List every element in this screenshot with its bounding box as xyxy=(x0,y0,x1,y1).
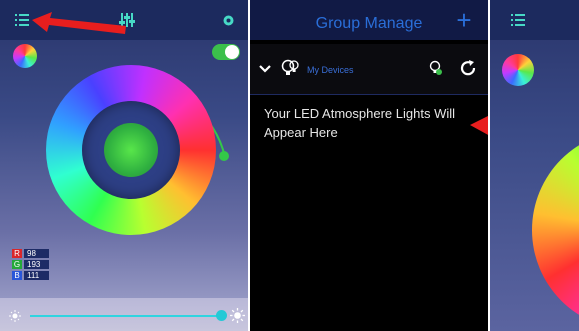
red-tag: R xyxy=(12,249,22,258)
current-color-preview xyxy=(104,123,158,177)
rgb-red-readout: R 98 xyxy=(12,249,49,258)
color-control-panel: R 98 G 193 B 111 xyxy=(0,0,248,331)
green-value: 193 xyxy=(24,260,49,269)
group-manage-panel: Group Manage + My Devices Your LED Atmos… xyxy=(250,0,488,331)
top-bar: Group Manage + xyxy=(250,0,488,40)
green-tag: G xyxy=(12,260,22,269)
list-icon[interactable] xyxy=(14,12,30,28)
sun-bright-icon xyxy=(229,307,245,323)
settings-icon[interactable] xyxy=(222,14,234,26)
sun-dim-icon xyxy=(8,309,22,323)
rgb-green-readout: G 193 xyxy=(12,260,49,269)
devices-label: My Devices xyxy=(307,65,354,75)
color-control-panel-cropped xyxy=(490,0,579,331)
blue-tag: B xyxy=(12,271,22,280)
bulb-status-icon[interactable] xyxy=(428,59,444,77)
refresh-icon[interactable] xyxy=(458,58,478,78)
blue-value: 111 xyxy=(24,271,49,280)
wheel-inner-ring xyxy=(82,101,180,199)
brightness-slider-handle[interactable] xyxy=(216,310,227,321)
bulb-group-icon xyxy=(280,59,300,77)
red-value: 98 xyxy=(24,249,49,258)
color-mode-icon[interactable] xyxy=(502,54,534,86)
pointer-arrow-middle xyxy=(470,116,488,135)
color-wheel[interactable] xyxy=(532,130,579,330)
color-wheel[interactable] xyxy=(46,65,216,235)
device-group-header[interactable]: My Devices xyxy=(250,44,488,95)
list-icon[interactable] xyxy=(510,12,526,28)
pointer-arrow-left xyxy=(32,12,126,34)
chevron-down-icon[interactable] xyxy=(258,62,272,76)
empty-state-message: Your LED Atmosphere Lights Will Appear H… xyxy=(264,106,456,140)
brightness-slider-track[interactable] xyxy=(30,315,220,317)
top-bar xyxy=(490,0,579,40)
rgb-blue-readout: B 111 xyxy=(12,271,49,280)
add-icon[interactable]: + xyxy=(452,7,476,33)
